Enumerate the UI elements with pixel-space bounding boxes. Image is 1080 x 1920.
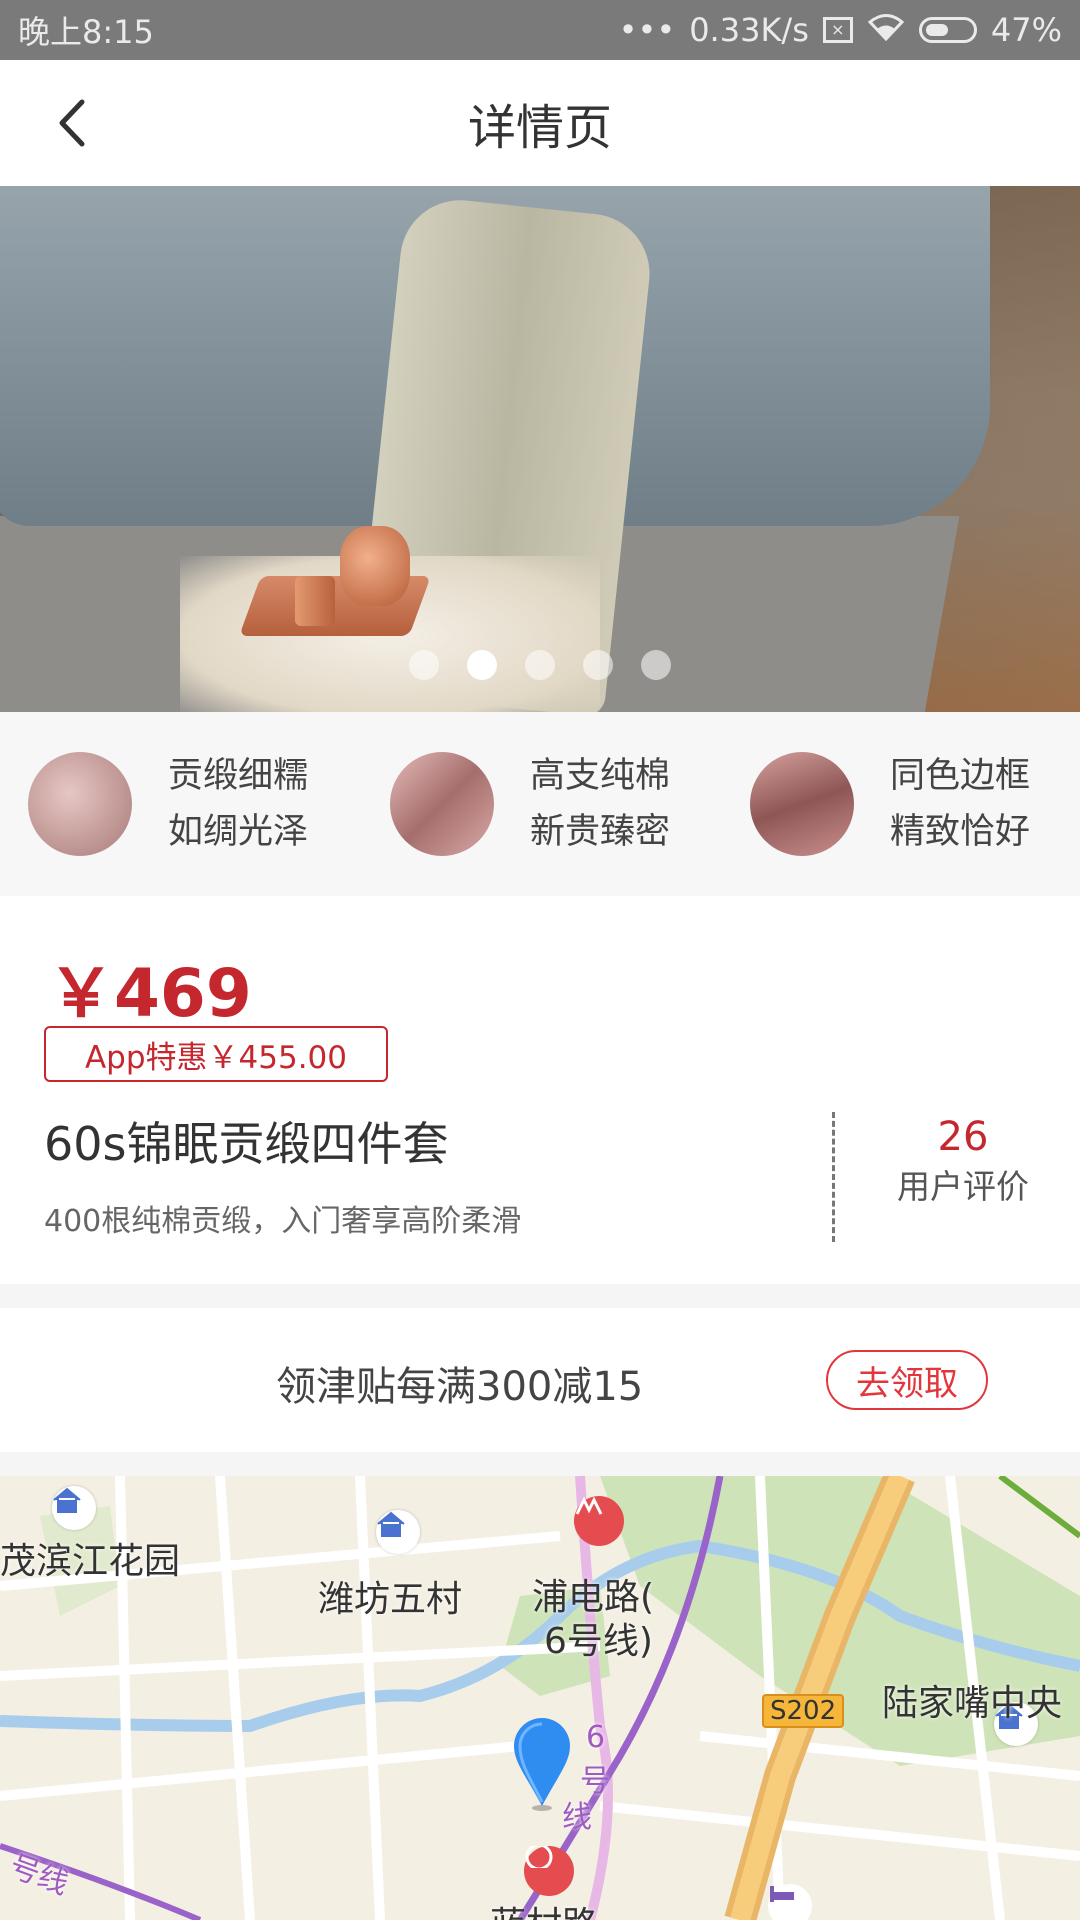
battery-level: 47% xyxy=(990,11,1062,49)
product-price: ￥469 xyxy=(48,955,252,1032)
carousel-dot[interactable] xyxy=(583,650,613,680)
signal-dots-icon: ••• xyxy=(618,11,676,49)
hotel-poi-icon[interactable] xyxy=(768,1884,812,1920)
page-title: 详情页 xyxy=(467,100,612,156)
map-label: 蓝村路 xyxy=(490,1896,598,1920)
metro-station-icon[interactable] xyxy=(524,1846,574,1896)
product-image-carousel[interactable] xyxy=(0,186,1080,712)
status-bar: 晚上8:15 ••• 0.33K/s × 47% xyxy=(0,0,1080,60)
feature-text: 高支纯棉 新贵臻密 xyxy=(530,748,670,860)
review-label[interactable]: 用户评价 xyxy=(886,1160,1040,1208)
banner-teapot xyxy=(340,526,410,606)
dashed-divider xyxy=(832,1112,835,1242)
map-label: 潍坊五村 xyxy=(318,1579,463,1620)
feature-item: 贡缎细糯 如绸光泽 xyxy=(0,748,360,860)
road-number-tag: S202 xyxy=(762,1694,845,1728)
status-icons: ••• 0.33K/s × 47% xyxy=(619,10,1062,50)
metro-station-icon[interactable] xyxy=(574,1496,624,1546)
sim-icon: × xyxy=(822,17,853,43)
home-poi-icon[interactable] xyxy=(376,1510,420,1554)
home-poi-icon[interactable] xyxy=(52,1486,96,1530)
store-location-map[interactable]: 茂滨江花园 潍坊五村 浦电路( 6号线) 陆家嘴中央 6 号 线 号线 蓝村路 … xyxy=(0,1476,1080,1920)
claim-coupon-button[interactable]: 去领取 xyxy=(826,1350,988,1410)
map-label: 茂滨江花园 xyxy=(0,1541,181,1582)
carousel-dot[interactable] xyxy=(409,650,439,680)
feature-line1: 同色边框 xyxy=(890,756,1031,796)
back-arrow-icon[interactable] xyxy=(46,98,96,148)
feature-line1: 高支纯棉 xyxy=(530,756,671,796)
feature-text: 贡缎细糯 如绸光泽 xyxy=(168,748,308,860)
review-count[interactable]: 26 xyxy=(886,1114,1040,1160)
coupon-row: 领津贴每满300减15 去领取 xyxy=(0,1308,1080,1452)
carousel-indicator xyxy=(0,650,1080,680)
feature-item: 同色边框 精致恰好 xyxy=(720,748,1080,860)
feature-line2: 如绸光泽 xyxy=(168,812,309,852)
coupon-text: 领津贴每满300减15 xyxy=(276,1364,644,1410)
feature-thumbnail xyxy=(28,752,132,856)
map-label: 6 xyxy=(586,1720,606,1755)
feature-line2: 新贵臻密 xyxy=(530,812,671,852)
carousel-dot[interactable] xyxy=(641,650,671,680)
product-name: 60s锦眠贡缎四件套 xyxy=(44,1117,449,1171)
carousel-dot[interactable] xyxy=(525,650,555,680)
feature-strip: 贡缎细糯 如绸光泽 高支纯棉 新贵臻密 同色边框 精致恰好 xyxy=(0,712,1080,896)
feature-text: 同色边框 精致恰好 xyxy=(890,748,1030,860)
carousel-dot[interactable] xyxy=(467,650,497,680)
feature-item: 高支纯棉 新贵臻密 xyxy=(360,748,720,860)
banner-cup xyxy=(295,576,335,626)
map-label: 陆家嘴中央 xyxy=(882,1683,1063,1724)
network-speed: 0.33K/s xyxy=(689,11,809,49)
feature-line1: 贡缎细糯 xyxy=(168,756,309,796)
map-label: 6号线) xyxy=(544,1621,653,1662)
feature-thumbnail xyxy=(390,752,494,856)
status-time: 晚上8:15 xyxy=(18,13,154,51)
product-subtitle: 400根纯棉贡缎，入门奢享高阶柔滑 xyxy=(44,1204,522,1239)
battery-icon xyxy=(918,17,977,43)
feature-thumbnail xyxy=(750,752,854,856)
feature-line2: 精致恰好 xyxy=(890,812,1031,852)
product-info-card: ￥469 App特惠￥455.00 60s锦眠贡缎四件套 400根纯棉贡缎，入门… xyxy=(0,896,1080,1284)
nav-bar: 详情页 xyxy=(0,60,1080,186)
app-price-badge: App特惠￥455.00 xyxy=(44,1026,388,1082)
wifi-icon xyxy=(867,10,905,50)
